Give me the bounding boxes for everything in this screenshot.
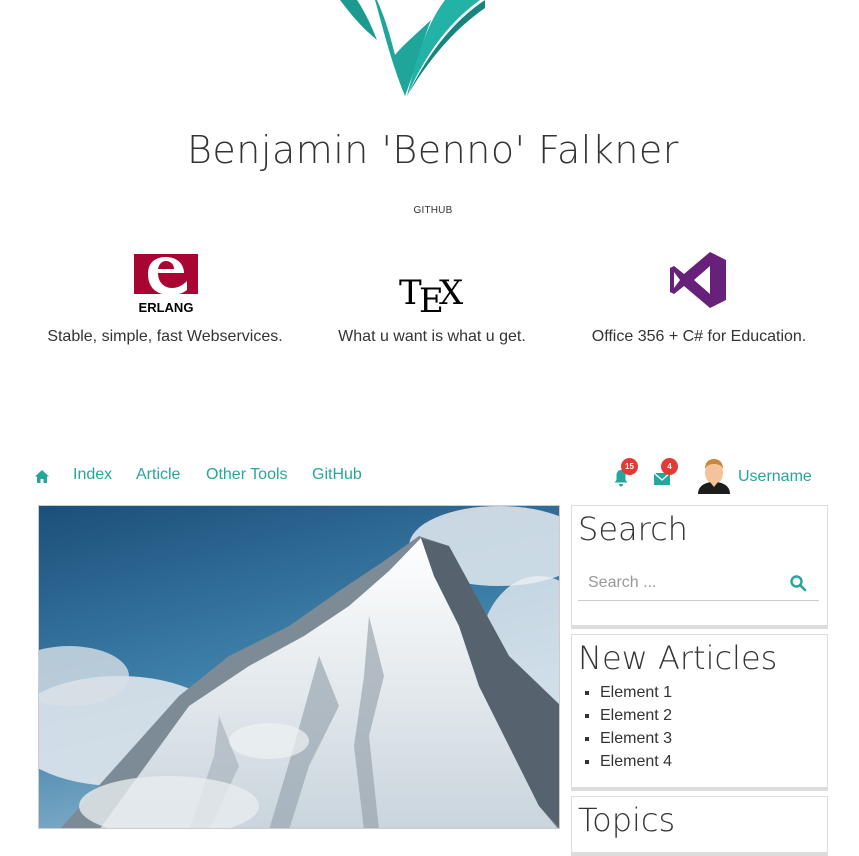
- new-articles-list: Element 1 Element 2 Element 3 Element 4: [572, 681, 827, 773]
- list-item[interactable]: Element 1: [600, 681, 827, 704]
- topics-widget: Topics: [571, 796, 828, 856]
- github-label[interactable]: GITHUB: [0, 205, 859, 216]
- search-widget-title: Search: [578, 510, 688, 548]
- search-bar: [578, 566, 819, 601]
- nav-link-index[interactable]: Index: [73, 466, 112, 484]
- leaf-logo-icon: [340, 0, 485, 96]
- list-item[interactable]: Element 3: [600, 727, 827, 750]
- avatar[interactable]: [695, 456, 733, 494]
- list-item[interactable]: Element 4: [600, 750, 827, 773]
- hero-mountain-image: [38, 505, 560, 829]
- messages-button[interactable]: 4: [653, 458, 678, 491]
- feature-erlang: ERLANG Stable, simple, fast Webservices.: [35, 250, 295, 346]
- svg-text:ERLANG: ERLANG: [139, 300, 194, 315]
- visual-studio-logo-icon: [670, 252, 726, 308]
- nav-link-article[interactable]: Article: [136, 466, 180, 484]
- username-link[interactable]: Username: [738, 468, 812, 486]
- nav-link-github[interactable]: GitHub: [312, 466, 362, 484]
- page-title: Benjamin 'Benno' Falkner: [187, 128, 679, 172]
- home-icon: [35, 470, 49, 483]
- home-link[interactable]: [34, 465, 50, 490]
- notifications-button[interactable]: 15: [613, 458, 638, 492]
- navbar: Index Article Other Tools GitHub 15 4 Us…: [0, 458, 859, 494]
- feature-caption: Stable, simple, fast Webservices.: [47, 328, 283, 345]
- new-articles-title: New Articles: [578, 639, 778, 677]
- tex-logo-icon: T E X: [399, 273, 464, 318]
- list-item[interactable]: Element 2: [600, 704, 827, 727]
- topics-title: Topics: [578, 801, 676, 839]
- feature-tex: T E X What u want is what u get.: [302, 250, 562, 346]
- feature-caption: Office 356 + C# for Education.: [591, 328, 807, 345]
- search-input[interactable]: [586, 570, 780, 596]
- feature-visual-studio: Office 356 + C# for Education.: [569, 250, 829, 346]
- nav-link-other-tools[interactable]: Other Tools: [206, 466, 288, 484]
- new-articles-widget: New Articles Element 1 Element 2 Element…: [571, 634, 828, 791]
- search-icon[interactable]: [789, 574, 807, 592]
- search-widget: Search: [571, 505, 828, 629]
- erlang-logo-icon: ERLANG: [134, 254, 198, 315]
- notifications-count-badge: 15: [621, 458, 638, 475]
- messages-count-badge: 4: [661, 458, 678, 475]
- feature-caption: What u want is what u get.: [338, 328, 526, 345]
- svg-text:X: X: [439, 273, 464, 313]
